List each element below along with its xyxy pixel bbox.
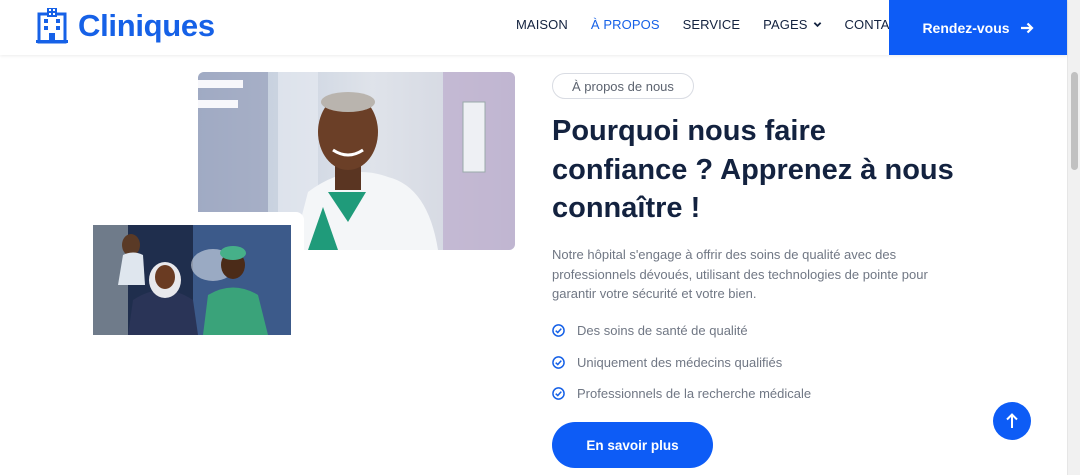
- section-description: Notre hôpital s'engage à offrir des soin…: [552, 247, 928, 301]
- heading-line-1: Pourquoi nous faire: [552, 115, 826, 147]
- heading-line-3: connaître !: [552, 192, 701, 224]
- check-circle-icon: [552, 355, 565, 369]
- arrow-right-icon: [1020, 22, 1034, 33]
- check-circle-icon: [552, 387, 565, 401]
- brand-name: Cliniques: [78, 8, 215, 43]
- nav-item-pages-label: PAGES: [763, 17, 808, 32]
- feature-list: Des soins de santé de qualité Uniquement…: [552, 315, 811, 410]
- nav-item-service[interactable]: SERVICE: [683, 17, 741, 32]
- hospital-building-icon: [36, 8, 68, 44]
- list-item: Uniquement des médecins qualifiés: [552, 347, 811, 379]
- nav-item-a-propos[interactable]: À PROPOS: [591, 17, 660, 32]
- feature-label: Des soins de santé de qualité: [577, 323, 748, 339]
- appointment-button-label: Rendez-vous: [922, 19, 1010, 36]
- medical-team-photo: [93, 225, 291, 335]
- nav-item-maison[interactable]: MAISON: [516, 17, 568, 32]
- list-item: Des soins de santé de qualité: [552, 315, 811, 347]
- site-header: Cliniques MAISON À PROPOS SERVICE PAGES …: [0, 0, 1067, 55]
- heading-line-2: confiance ? Apprenez à nous: [552, 153, 954, 186]
- check-circle-icon: [552, 324, 565, 338]
- feature-label: Uniquement des médecins qualifiés: [577, 354, 783, 370]
- section-tag: À propos de nous: [552, 73, 694, 99]
- back-to-top-button[interactable]: [993, 402, 1031, 440]
- page-scrollbar[interactable]: [1067, 0, 1080, 475]
- list-item: Professionnels de la recherche médicale: [552, 378, 811, 410]
- brand-logo[interactable]: Cliniques: [36, 8, 215, 44]
- feature-label: Professionnels de la recherche médicale: [577, 386, 812, 402]
- scrollbar-thumb[interactable]: [1071, 72, 1078, 170]
- appointment-button[interactable]: Rendez-vous: [889, 0, 1067, 55]
- chevron-down-icon: [813, 22, 821, 28]
- section-heading: Pourquoi nous faire confiance ? Apprenez…: [552, 112, 982, 228]
- main-nav: MAISON À PROPOS SERVICE PAGES CONTACT: [516, 17, 930, 32]
- arrow-up-icon: [1006, 413, 1018, 428]
- learn-more-button[interactable]: En savoir plus: [552, 422, 713, 468]
- nav-item-pages[interactable]: PAGES: [763, 17, 821, 32]
